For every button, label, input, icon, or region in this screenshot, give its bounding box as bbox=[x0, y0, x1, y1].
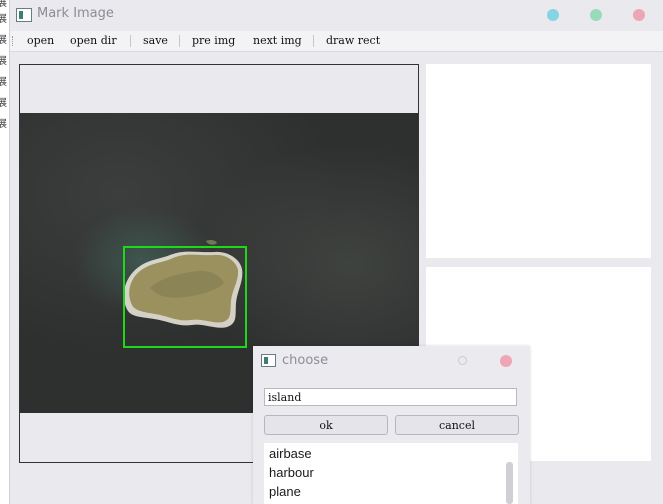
save-button[interactable]: save bbox=[143, 34, 168, 47]
strip-char: 展 bbox=[0, 77, 9, 89]
pre-img-button[interactable]: pre img bbox=[192, 34, 235, 47]
dialog-title: choose bbox=[282, 353, 329, 368]
window-title: Mark Image bbox=[37, 6, 114, 21]
toolbar-separator bbox=[179, 35, 180, 47]
open-button[interactable]: open bbox=[27, 34, 54, 47]
list-scrollbar[interactable] bbox=[506, 462, 513, 504]
strip-char: 展 bbox=[0, 56, 9, 68]
annotation-bounding-box[interactable] bbox=[123, 246, 247, 348]
choose-dialog[interactable]: choose ok cancel airbase harbour plane bbox=[253, 346, 530, 504]
strip-char: 展 bbox=[0, 14, 9, 26]
label-input[interactable] bbox=[264, 388, 517, 406]
toolbar-grip-icon[interactable] bbox=[12, 36, 15, 46]
background-window-strip: 展 展 展 展 展 展 展 bbox=[0, 0, 10, 504]
app-icon bbox=[16, 8, 32, 22]
open-dir-button[interactable]: open dir bbox=[70, 34, 117, 47]
next-img-button[interactable]: next img bbox=[253, 34, 302, 47]
toolbar: open open dir save pre img next img draw… bbox=[10, 31, 663, 52]
cancel-button[interactable]: cancel bbox=[395, 415, 519, 435]
dialog-app-icon bbox=[261, 354, 276, 367]
dialog-close-button[interactable] bbox=[500, 355, 512, 367]
title-bar[interactable]: Mark Image bbox=[10, 0, 663, 30]
close-button[interactable] bbox=[633, 9, 645, 21]
strip-char: 展 bbox=[0, 35, 9, 47]
list-item[interactable]: plane bbox=[269, 484, 301, 499]
toolbar-separator bbox=[130, 35, 131, 47]
ok-button[interactable]: ok bbox=[264, 415, 388, 435]
list-item[interactable]: harbour bbox=[269, 465, 314, 480]
draw-rect-button[interactable]: draw rect bbox=[326, 34, 380, 47]
maximize-button[interactable] bbox=[590, 9, 602, 21]
minimize-button[interactable] bbox=[547, 9, 559, 21]
toolbar-separator bbox=[313, 35, 314, 47]
strip-char: 展 bbox=[0, 98, 9, 110]
preview-panel-top bbox=[426, 64, 651, 258]
strip-char: 展 bbox=[0, 119, 9, 131]
strip-char: 展 bbox=[0, 0, 9, 10]
dialog-minimize-button[interactable] bbox=[458, 356, 467, 365]
class-list[interactable]: airbase harbour plane bbox=[264, 443, 518, 504]
list-item[interactable]: airbase bbox=[269, 446, 312, 461]
